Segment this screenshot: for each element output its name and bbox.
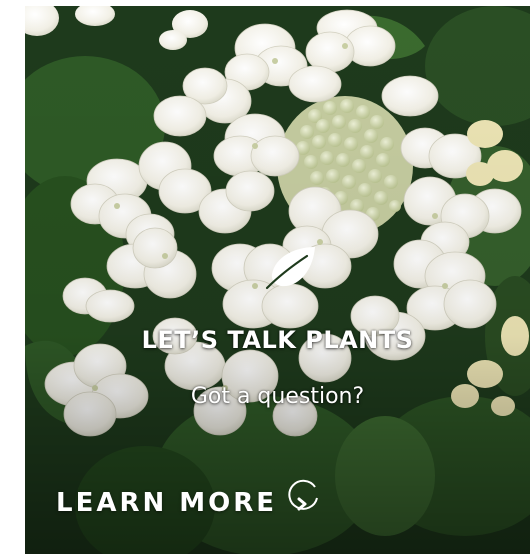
promo-banner[interactable]: LET’S TALK PLANTS Got a question? LEARN …: [25, 6, 530, 554]
banner-subheadline: Got a question?: [190, 384, 365, 409]
learn-more-link[interactable]: LEARN MORE: [56, 478, 321, 528]
chevron-right-circle-icon: [285, 478, 321, 514]
learn-more-label: LEARN MORE: [56, 488, 278, 518]
leaf-icon: [263, 244, 321, 290]
banner-headline: LET’S TALK PLANTS: [141, 326, 414, 354]
